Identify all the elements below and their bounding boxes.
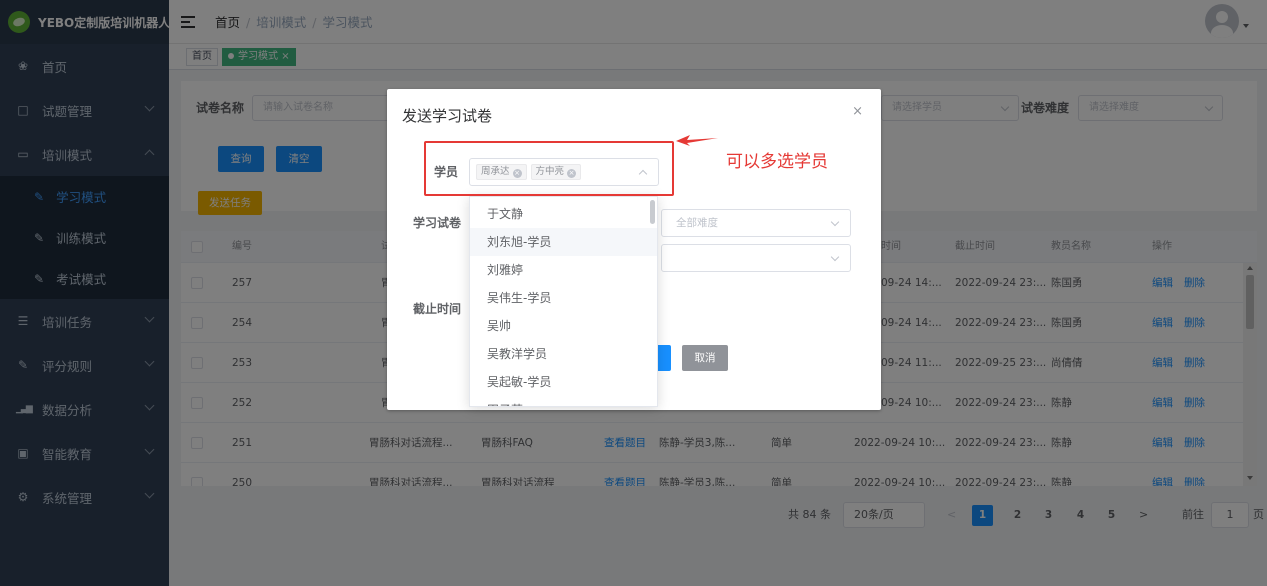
annotation-text: 可以多选学员 [726,152,828,172]
dropdown-option[interactable]: 吴伟生-学员 [470,284,657,312]
dropdown-option[interactable]: 田子萱 [470,396,657,406]
dropdown-option[interactable]: 刘雅婷 [470,256,657,284]
dropdown-option[interactable]: 于文静 [470,200,657,228]
dropdown-option[interactable]: 吴帅 [470,312,657,340]
paper-select[interactable] [661,244,851,272]
annotation-arrow-icon [676,135,718,146]
close-icon[interactable]: × [852,104,863,119]
dropdown-option[interactable]: 吴教洋学员 [470,340,657,368]
chevron-down-icon [830,217,840,227]
confirm-button[interactable] [657,345,671,371]
chevron-down-icon [830,252,840,262]
study-paper-label: 学习试卷 [413,216,462,230]
dropdown-scrollbar[interactable] [650,200,655,224]
cancel-button[interactable]: 取消 [682,345,728,371]
student-dropdown: 于文静 刘东旭-学员 刘雅婷 吴伟生-学员 吴帅 吴教洋学员 吴起敏-学员 田子… [469,196,658,407]
dropdown-option[interactable]: 刘东旭-学员 [470,228,657,256]
difficulty-select[interactable]: 全部难度 [661,209,851,237]
dialog-title: 发送学习试卷 [402,107,493,125]
deadline-label: 截止时间 [413,302,462,316]
annotation-highlight-box [424,141,674,196]
dropdown-option[interactable]: 吴起敏-学员 [470,368,657,396]
